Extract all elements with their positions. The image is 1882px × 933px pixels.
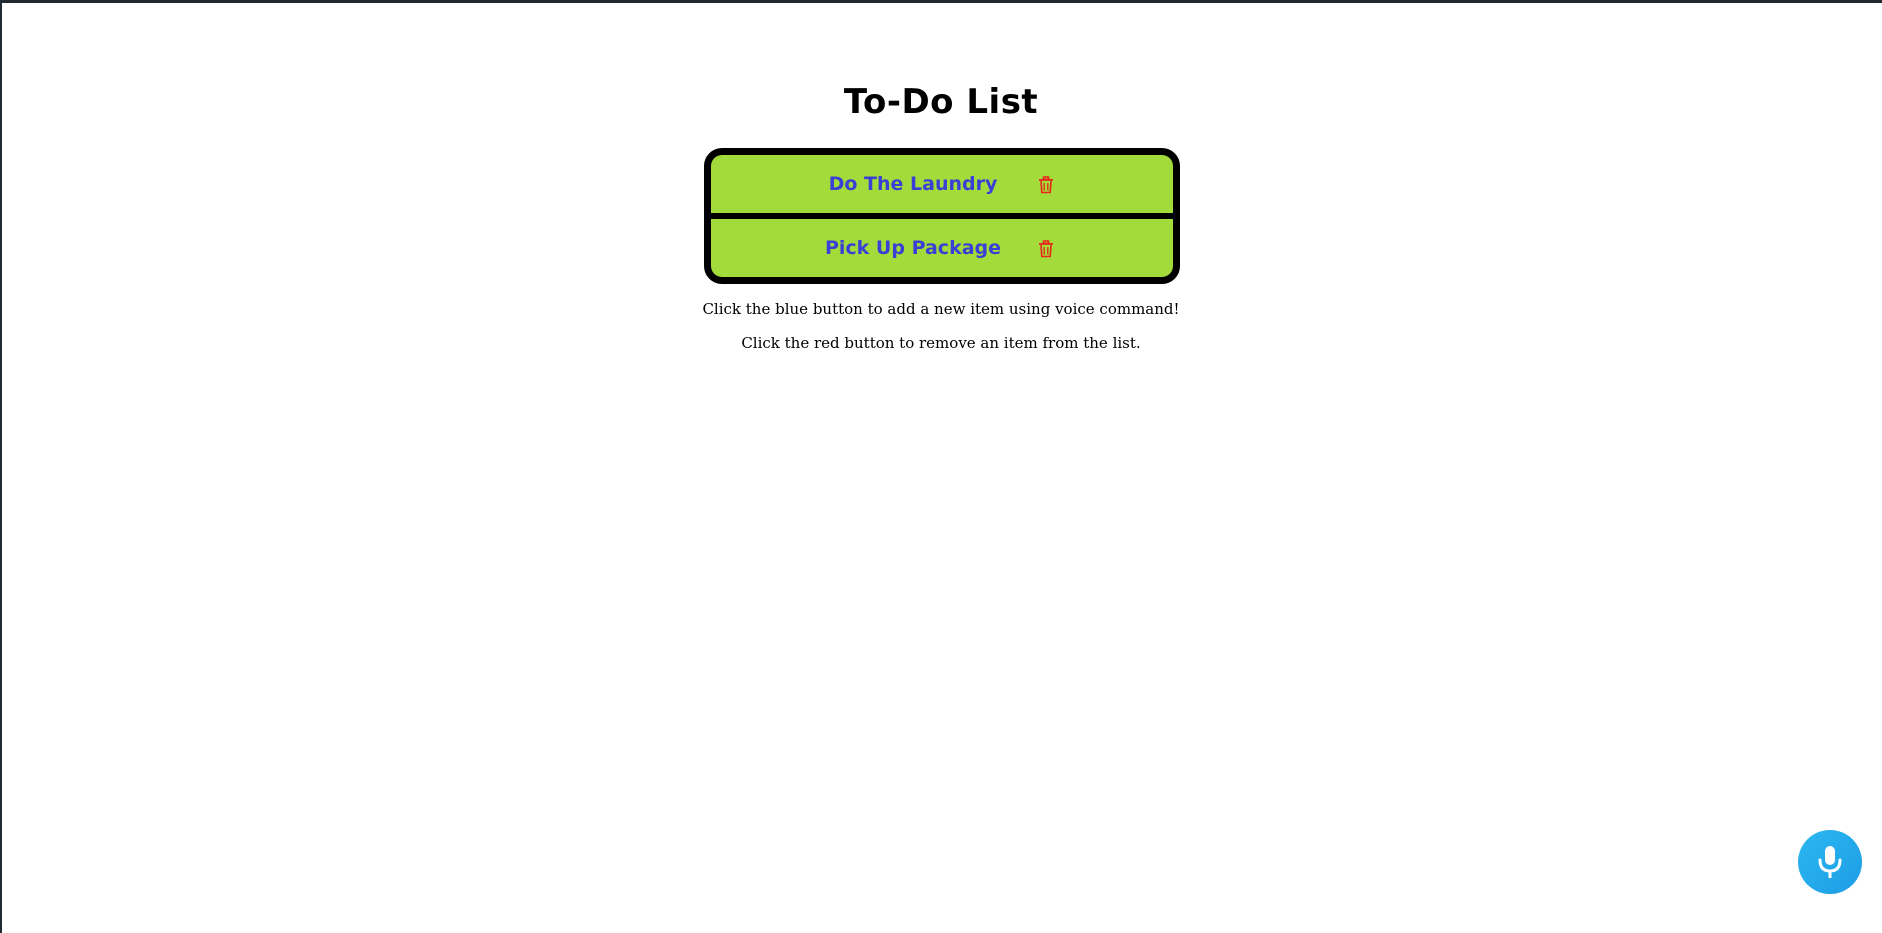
page-title: To-Do List — [843, 82, 1039, 122]
list-item: Do The Laundry — [711, 155, 1173, 213]
todo-list: Do The Laundry Pick Up Package — [704, 148, 1180, 284]
delete-item-button[interactable] — [1038, 176, 1054, 194]
trash-icon — [1039, 240, 1053, 258]
list-item: Pick Up Package — [711, 219, 1173, 277]
delete-item-button[interactable] — [1038, 240, 1054, 258]
trash-icon — [1039, 176, 1053, 194]
microphone-icon — [1818, 846, 1842, 878]
voice-add-button[interactable] — [1798, 830, 1862, 894]
list-item-label: Do The Laundry — [828, 173, 998, 195]
add-instruction: Click the blue button to add a new item … — [702, 300, 1180, 318]
remove-instruction: Click the red button to remove an item f… — [741, 334, 1141, 352]
window-top-border — [0, 0, 1882, 3]
list-item-label: Pick Up Package — [824, 237, 1002, 259]
window-left-border — [0, 0, 2, 933]
